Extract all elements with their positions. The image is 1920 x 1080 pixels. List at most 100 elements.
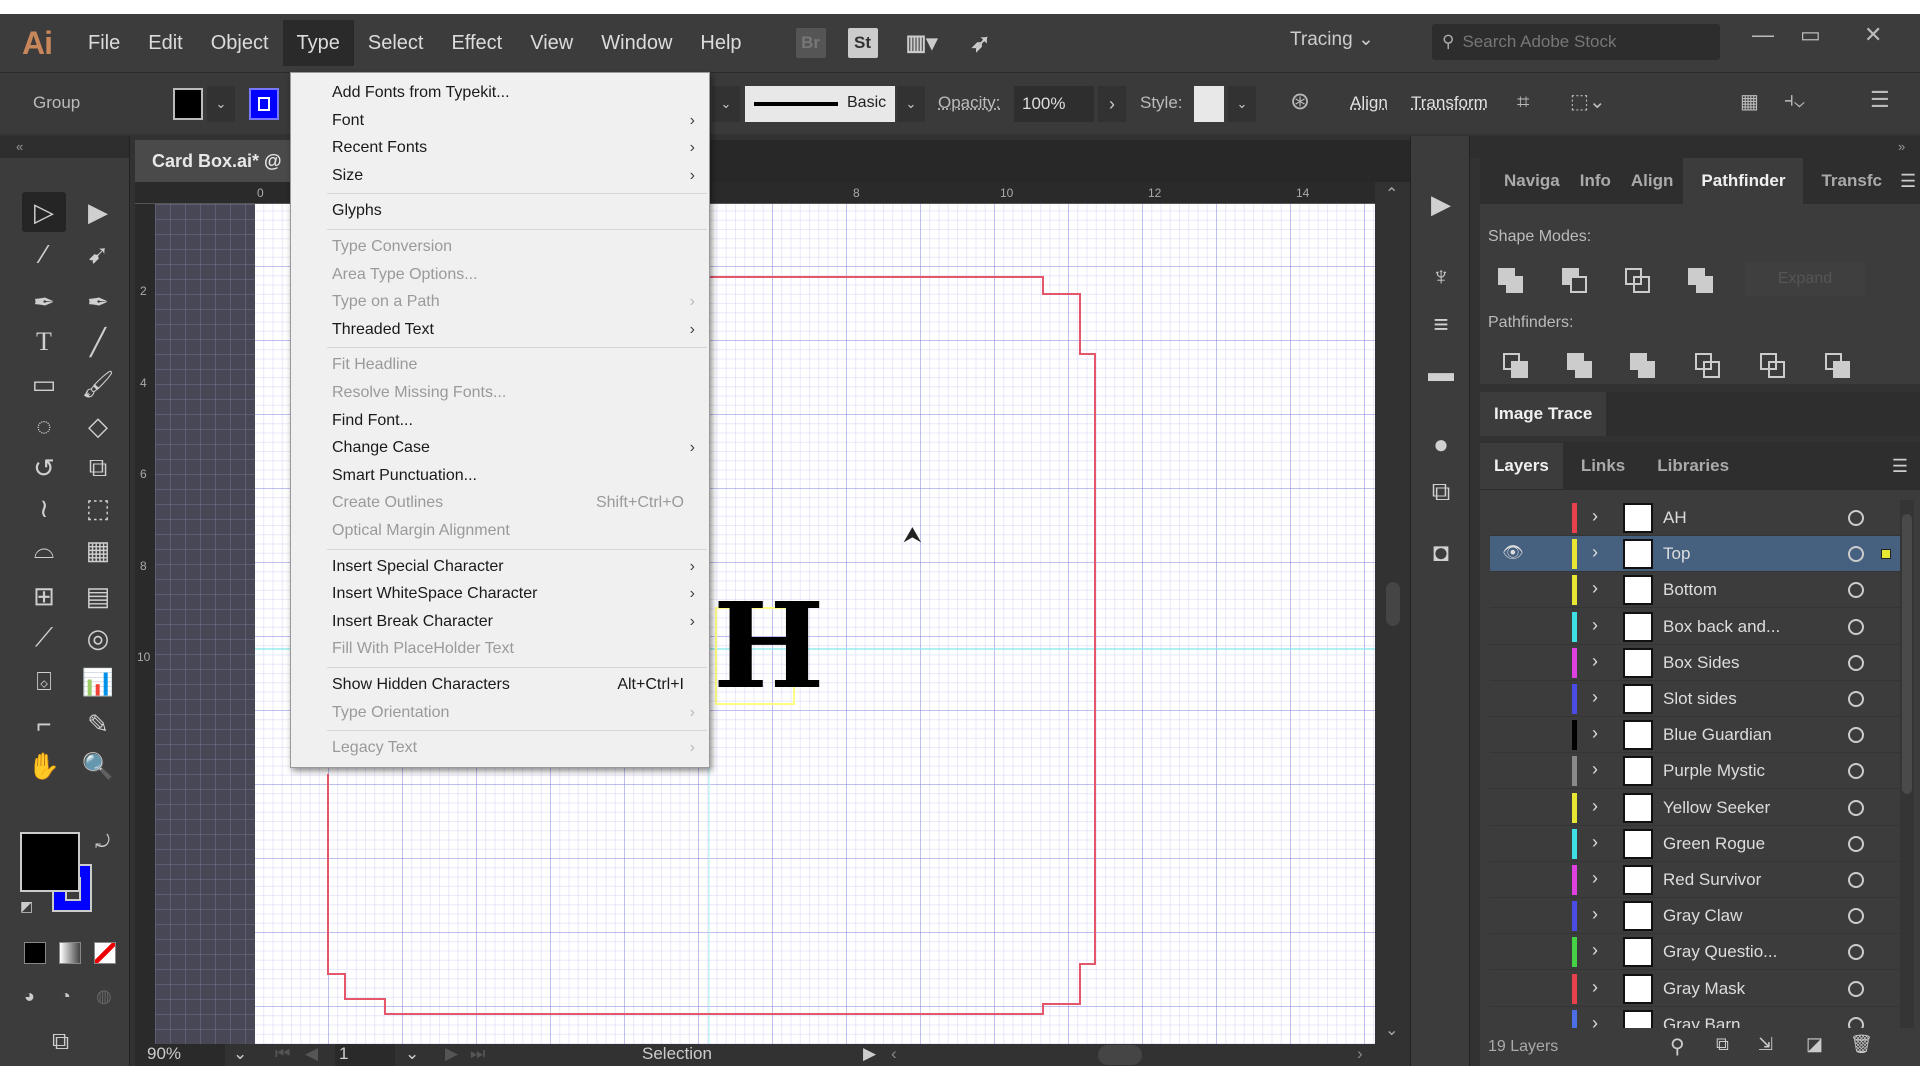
menu-item-size[interactable]: Size › bbox=[291, 162, 709, 189]
layer-target-circle-icon[interactable] bbox=[1848, 763, 1864, 780]
opacity-label[interactable]: Opacity: bbox=[938, 93, 1000, 113]
zoom-level-field[interactable]: 90% bbox=[135, 1044, 225, 1066]
mesh-tool-icon[interactable]: ⊞ bbox=[22, 576, 66, 616]
recolor-artwork-icon[interactable]: ⊛ bbox=[1290, 87, 1310, 116]
shaper-tool-icon[interactable]: ◌ bbox=[22, 406, 66, 446]
stroke-icon[interactable]: ≡ bbox=[1425, 308, 1457, 340]
crop-icon[interactable] bbox=[1695, 353, 1721, 379]
expand-layer-chevron-icon[interactable]: › bbox=[1592, 904, 1598, 925]
tab-navigator[interactable]: Naviga bbox=[1494, 158, 1570, 204]
layer-row[interactable]: › AH bbox=[1490, 500, 1910, 536]
selection-tool-icon[interactable]: ▷ bbox=[22, 192, 66, 232]
layers-menu-icon[interactable]: ☰ bbox=[1892, 456, 1908, 477]
fill-dropdown[interactable]: ⌄ bbox=[207, 86, 235, 122]
menu-effect[interactable]: Effect bbox=[437, 20, 516, 66]
scroll-left-icon[interactable]: ‹ bbox=[891, 1044, 897, 1064]
tab-image-trace[interactable]: Image Trace bbox=[1480, 392, 1607, 436]
trim-icon[interactable] bbox=[1567, 353, 1593, 379]
menu-item-insert-break-character[interactable]: Insert Break Character › bbox=[291, 608, 709, 635]
status-menu-icon[interactable]: ▶ bbox=[863, 1044, 876, 1064]
symbol-sprayer-tool-icon[interactable]: ⌺ bbox=[22, 662, 66, 702]
menu-item-font[interactable]: Font › bbox=[291, 107, 709, 134]
layer-name[interactable]: Bottom bbox=[1663, 580, 1717, 600]
layer-row[interactable]: › Red Survivor bbox=[1490, 862, 1910, 898]
shape-builder-tool-icon[interactable]: ⌓ bbox=[22, 530, 66, 570]
menu-view[interactable]: View bbox=[516, 20, 587, 66]
gradient-tool-icon[interactable]: ▤ bbox=[76, 576, 120, 616]
expand-layer-chevron-icon[interactable]: › bbox=[1592, 1013, 1598, 1028]
bridge-button[interactable]: Br bbox=[795, 28, 826, 58]
layer-name[interactable]: Purple Mystic bbox=[1663, 761, 1765, 781]
minimize-icon[interactable]: — bbox=[1752, 22, 1774, 48]
artboards-icon[interactable]: ⧉ bbox=[1425, 476, 1457, 508]
tab-info[interactable]: Info bbox=[1570, 158, 1621, 204]
gpu-performance-rocket-icon[interactable]: ➶ bbox=[966, 28, 996, 58]
isolate-group-icon[interactable]: ⌗ bbox=[1517, 89, 1529, 115]
selected-art-indicator[interactable] bbox=[1881, 549, 1891, 560]
exclude-icon[interactable] bbox=[1688, 268, 1714, 294]
layer-row[interactable]: › Slot sides bbox=[1490, 681, 1910, 717]
close-icon[interactable]: ✕ bbox=[1864, 22, 1882, 48]
collapse-tools-icon[interactable]: « bbox=[0, 136, 129, 158]
layer-target-circle-icon[interactable] bbox=[1848, 980, 1864, 997]
expand-layer-chevron-icon[interactable]: › bbox=[1592, 542, 1598, 563]
align-link[interactable]: Align bbox=[1350, 93, 1388, 113]
brush-definition[interactable]: Basic bbox=[745, 86, 895, 122]
gradient-icon[interactable]: ▬ bbox=[1425, 356, 1457, 388]
type-tool-icon[interactable]: T bbox=[22, 322, 66, 362]
menu-help[interactable]: Help bbox=[686, 20, 755, 66]
expand-layer-chevron-icon[interactable]: › bbox=[1592, 615, 1598, 636]
stock-button[interactable]: St bbox=[847, 28, 878, 58]
slice-tool-icon[interactable]: ✎ bbox=[76, 704, 120, 744]
expand-layer-chevron-icon[interactable]: › bbox=[1592, 578, 1598, 599]
layer-name[interactable]: Gray Mask bbox=[1663, 979, 1745, 999]
layer-row[interactable]: 👁 › Top bbox=[1490, 536, 1910, 573]
symbols-icon[interactable]: ◘ bbox=[1425, 536, 1457, 568]
layer-target-circle-icon[interactable] bbox=[1848, 799, 1864, 816]
transform-link[interactable]: Transform bbox=[1411, 93, 1488, 113]
zoom-tool-icon[interactable]: 🔍 bbox=[76, 746, 120, 786]
previous-artboard-icon[interactable]: ◀ bbox=[305, 1044, 318, 1064]
eyedropper-tool-icon[interactable]: ⟋ bbox=[22, 618, 66, 658]
layer-name[interactable]: Slot sides bbox=[1663, 689, 1737, 709]
locate-object-icon[interactable]: ⚲ bbox=[1670, 1034, 1685, 1059]
layer-row[interactable]: › Bottom bbox=[1490, 572, 1910, 609]
expand-layer-chevron-icon[interactable]: › bbox=[1592, 868, 1598, 889]
horizontal-scroll-thumb[interactable] bbox=[1098, 1045, 1142, 1065]
line-segment-tool-icon[interactable]: ╱ bbox=[76, 322, 120, 362]
next-artboard-icon[interactable]: ▶ bbox=[445, 1044, 458, 1064]
eraser-tool-icon[interactable]: ◇ bbox=[76, 406, 120, 446]
make-clipping-mask-icon[interactable]: ⧉ bbox=[1716, 1034, 1729, 1055]
actions-play-icon[interactable]: ▶ bbox=[1425, 188, 1457, 220]
hand-tool-icon[interactable]: ✋ bbox=[22, 746, 66, 786]
menu-item-smart-punctuation[interactable]: Smart Punctuation... bbox=[291, 462, 709, 489]
menu-item-recent-fonts[interactable]: Recent Fonts › bbox=[291, 134, 709, 161]
layer-row[interactable]: › Purple Mystic bbox=[1490, 753, 1910, 790]
change-screen-mode-icon[interactable]: ⧉ bbox=[52, 1028, 69, 1056]
layer-target-circle-icon[interactable] bbox=[1848, 582, 1864, 599]
fill-color-box[interactable] bbox=[20, 832, 80, 892]
outline-icon[interactable] bbox=[1760, 353, 1786, 379]
brush-dropdown[interactable]: ⌄ bbox=[897, 86, 925, 122]
glyph-h[interactable]: H bbox=[713, 576, 825, 715]
lasso-tool-icon[interactable]: ➹ bbox=[76, 234, 120, 274]
menu-type[interactable]: Type bbox=[282, 20, 354, 66]
artboard-number-field[interactable]: 1 bbox=[335, 1044, 395, 1066]
layer-name[interactable]: Gray Questio... bbox=[1663, 942, 1777, 962]
menu-item-add-fonts-from-typekit[interactable]: Add Fonts from Typekit... bbox=[291, 79, 709, 106]
divide-icon[interactable] bbox=[1503, 353, 1529, 379]
menu-edit[interactable]: Edit bbox=[134, 20, 196, 66]
stroke-weight-dropdown[interactable]: ⌄ bbox=[712, 86, 740, 122]
scroll-right-icon[interactable]: › bbox=[1357, 1044, 1363, 1064]
vertical-scroll-thumb[interactable] bbox=[1386, 582, 1400, 626]
tab-layers[interactable]: Layers bbox=[1480, 443, 1563, 489]
search-adobe-stock-input[interactable]: ⚲ Search Adobe Stock bbox=[1432, 24, 1720, 60]
layer-name[interactable]: Blue Guardian bbox=[1663, 725, 1772, 745]
layer-target-circle-icon[interactable] bbox=[1848, 727, 1864, 744]
stroke-swatch[interactable] bbox=[249, 88, 279, 120]
expand-layer-chevron-icon[interactable]: › bbox=[1592, 832, 1598, 853]
scale-tool-icon[interactable]: ⧉ bbox=[76, 448, 120, 488]
graphic-style-dropdown[interactable]: ⌄ bbox=[1228, 86, 1256, 122]
draw-behind-icon[interactable]: ◔ bbox=[60, 986, 71, 1007]
layer-row[interactable]: › Box back and... bbox=[1490, 609, 1910, 645]
